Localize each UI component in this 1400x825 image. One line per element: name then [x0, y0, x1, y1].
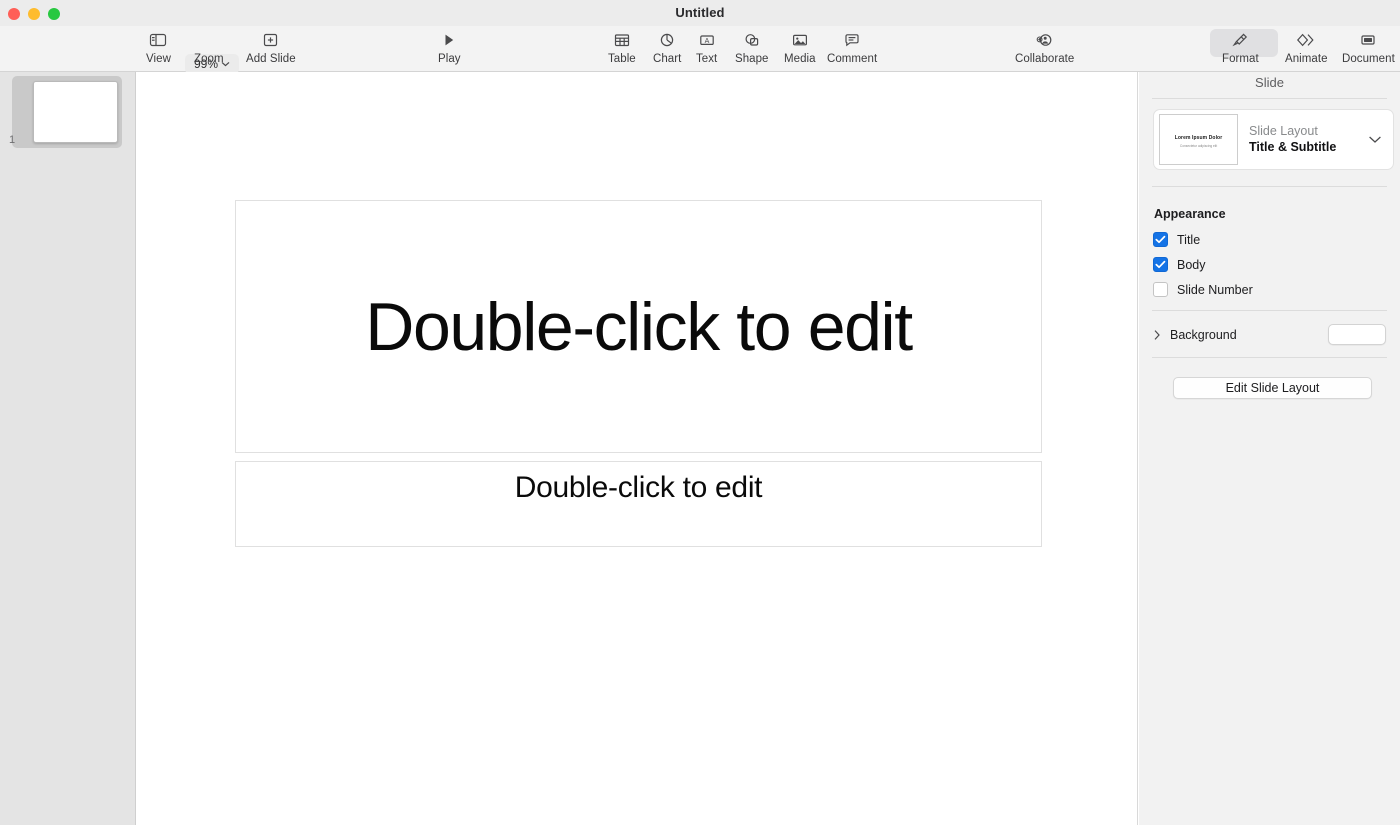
slide-canvas[interactable]: Double-click to edit Double-click to edi…: [137, 72, 1138, 825]
inspector-divider-background: [1152, 357, 1387, 358]
slide-navigator[interactable]: 1: [0, 72, 136, 825]
toolbar-shape-label: Shape: [735, 53, 769, 65]
toolbar-media-button[interactable]: Media: [784, 28, 816, 65]
slide-navigator-item-1[interactable]: 1: [12, 76, 122, 148]
slide-layout-value: Title & Subtitle: [1249, 139, 1368, 156]
toolbar-animate-label: Animate: [1285, 53, 1328, 65]
toolbar-table-button[interactable]: Table: [608, 28, 636, 65]
toolbar-shape-button[interactable]: Shape: [735, 28, 769, 65]
table-grid-icon: [613, 28, 631, 52]
play-triangle-icon: [441, 28, 457, 52]
title-placeholder-text: Double-click to edit: [365, 288, 911, 366]
toolbar-chart-button[interactable]: Chart: [653, 28, 681, 65]
sidebar-icon: [149, 28, 167, 52]
layout-thumb-title: Lorem Ipsum Dolor: [1160, 135, 1237, 141]
format-brush-icon: [1231, 28, 1249, 52]
slide-layout-text: Slide Layout Title & Subtitle: [1249, 123, 1368, 156]
appearance-heading: Appearance: [1154, 207, 1226, 221]
svg-text:A: A: [704, 38, 709, 45]
toolbar-text-button[interactable]: A Text: [696, 28, 717, 65]
body-checkbox[interactable]: [1153, 257, 1168, 272]
toolbar-document-button[interactable]: Document: [1342, 28, 1395, 65]
toolbar-zoom-label-wrap: Zoom: [194, 52, 224, 65]
appearance-option-body[interactable]: Body: [1153, 257, 1206, 272]
body-placeholder-box[interactable]: Double-click to edit: [235, 461, 1042, 547]
title-placeholder-box[interactable]: Double-click to edit: [235, 200, 1042, 453]
plus-square-icon: [262, 28, 279, 52]
layout-thumb-subtitle: Consectetur adipiscing elit: [1160, 144, 1237, 148]
toolbar-format-label: Format: [1222, 53, 1259, 65]
chevron-down-icon[interactable]: [1368, 135, 1382, 144]
toolbar-table-label: Table: [608, 53, 636, 65]
toolbar-chart-label: Chart: [653, 53, 681, 65]
chevron-right-icon[interactable]: [1153, 329, 1161, 341]
keynote-window: Untitled View 99% Zoom: [0, 0, 1400, 825]
toolbar-media-label: Media: [784, 53, 816, 65]
shape-overlap-icon: [743, 28, 761, 52]
toolbar-animate-button[interactable]: Animate: [1285, 28, 1328, 65]
toolbar-comment-label: Comment: [827, 53, 877, 65]
inspector-divider-appearance: [1152, 310, 1387, 311]
edit-slide-layout-button[interactable]: Edit Slide Layout: [1173, 377, 1372, 399]
appearance-option-title[interactable]: Title: [1153, 232, 1200, 247]
slide-layout-selector[interactable]: Lorem Ipsum Dolor Consectetur adipiscing…: [1153, 109, 1394, 170]
slide-layout-thumbnail: Lorem Ipsum Dolor Consectetur adipiscing…: [1159, 114, 1238, 165]
toolbar-add-slide-button[interactable]: Add Slide: [246, 28, 296, 65]
background-label: Background: [1170, 328, 1237, 342]
toolbar-comment-button[interactable]: Comment: [827, 28, 877, 65]
toolbar-text-label: Text: [696, 53, 717, 65]
title-bar: Untitled: [0, 0, 1400, 26]
toolbar-add-slide-label: Add Slide: [246, 53, 296, 65]
toolbar-format-button[interactable]: Format: [1222, 28, 1259, 65]
toolbar-play-button[interactable]: Play: [438, 28, 461, 65]
slide-layout-label: Slide Layout: [1249, 123, 1368, 139]
collaborate-person-icon: [1035, 28, 1055, 52]
toolbar: View 99% Zoom Add Slide: [0, 26, 1400, 72]
slide-number-checkbox[interactable]: [1153, 282, 1168, 297]
body-checkbox-label: Body: [1177, 258, 1206, 272]
chart-pie-icon: [658, 28, 676, 52]
animate-diamonds-icon: [1296, 28, 1316, 52]
toolbar-zoom-label: Zoom: [194, 53, 224, 65]
slide-number-checkbox-label: Slide Number: [1177, 283, 1253, 297]
toolbar-document-label: Document: [1342, 53, 1395, 65]
slide-number-label: 1: [0, 134, 24, 146]
format-inspector-panel: Slide Lorem Ipsum Dolor Consectetur adip…: [1139, 72, 1400, 825]
background-row[interactable]: Background: [1153, 324, 1386, 345]
inspector-divider-top: [1152, 98, 1387, 99]
inspector-divider-layout: [1152, 186, 1387, 187]
text-box-icon: A: [698, 28, 716, 52]
window-title: Untitled: [0, 5, 1400, 20]
inspector-title: Slide: [1139, 75, 1400, 90]
media-image-icon: [791, 28, 809, 52]
toolbar-play-label: Play: [438, 53, 461, 65]
body-placeholder-text: Double-click to edit: [515, 471, 762, 505]
title-checkbox-label: Title: [1177, 233, 1200, 247]
toolbar-view-button[interactable]: View: [146, 28, 171, 65]
background-color-well[interactable]: [1328, 324, 1386, 345]
toolbar-collaborate-label: Collaborate: [1015, 53, 1074, 65]
toolbar-collaborate-button[interactable]: Collaborate: [1015, 28, 1074, 65]
document-rect-icon: [1359, 28, 1377, 52]
comment-bubble-icon: [843, 28, 861, 52]
appearance-option-slide-number[interactable]: Slide Number: [1153, 282, 1253, 297]
title-checkbox[interactable]: [1153, 232, 1168, 247]
slide-thumbnail[interactable]: [33, 81, 118, 143]
toolbar-view-label: View: [146, 53, 171, 65]
